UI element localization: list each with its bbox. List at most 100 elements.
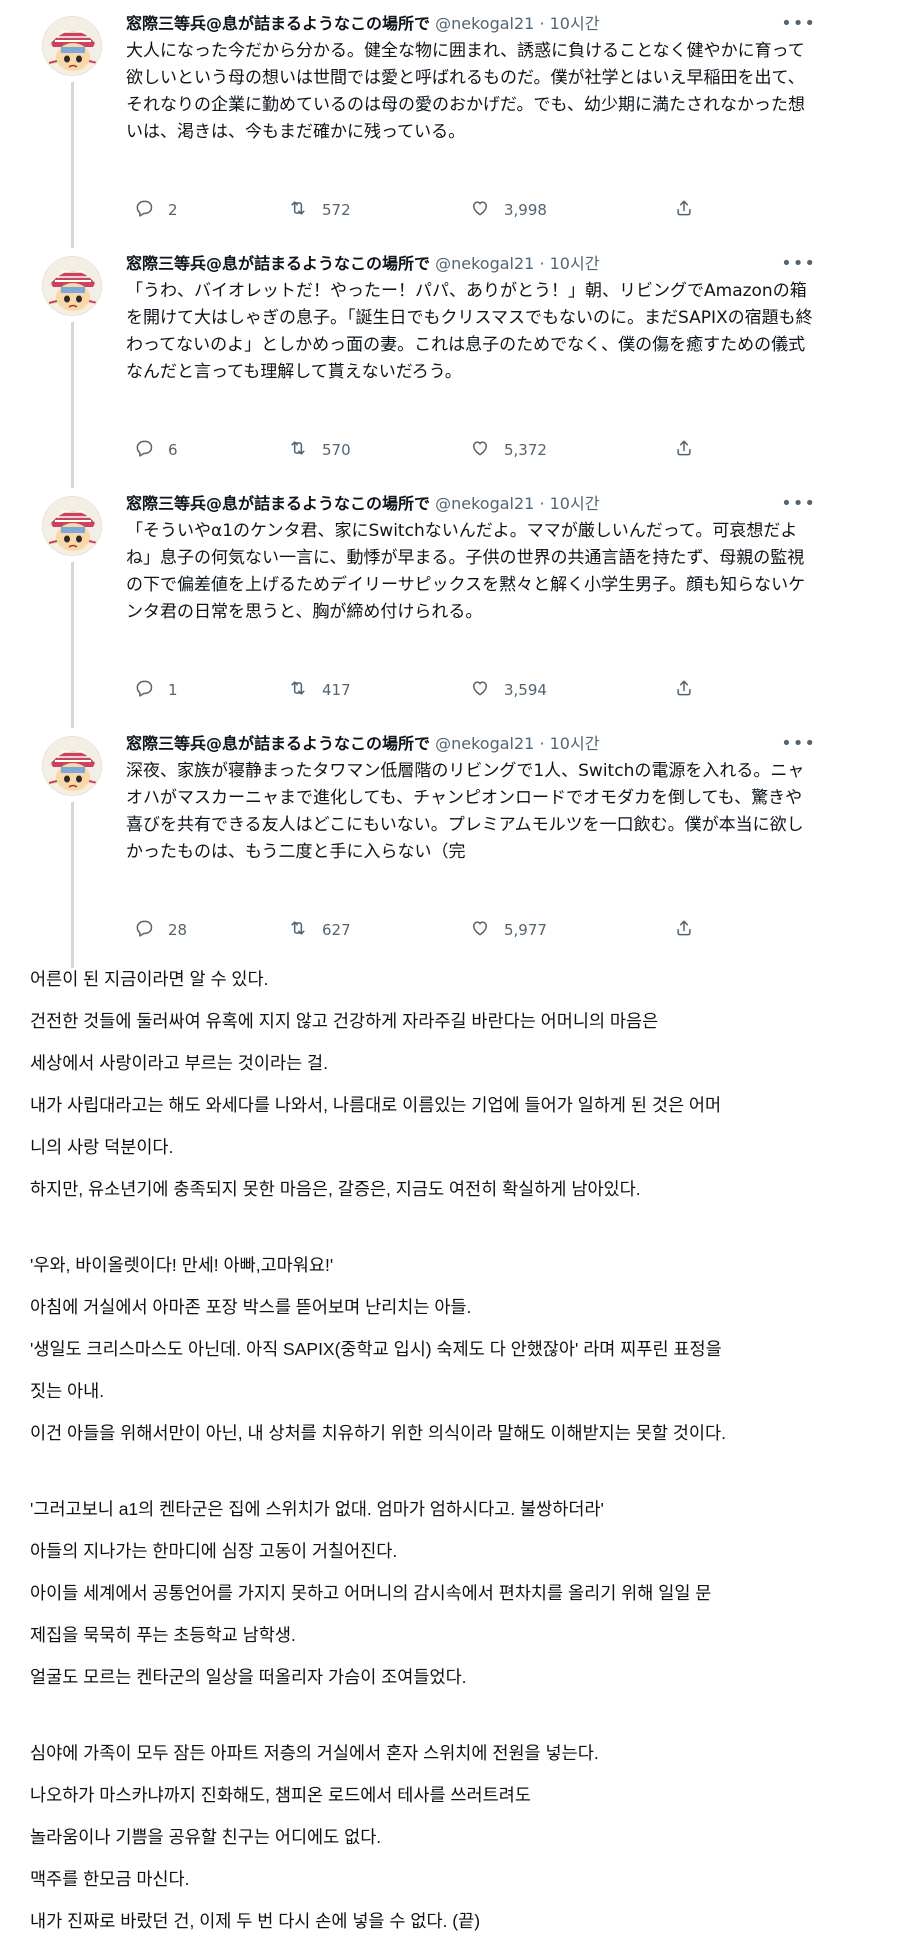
reply-icon [134, 918, 168, 942]
reply-icon [134, 438, 168, 462]
translation-line: 건전한 것들에 둘러싸여 유혹에 지지 않고 건강하게 자라주길 바란다는 어머… [30, 1011, 659, 1031]
share-button[interactable] [674, 918, 694, 942]
retweet-button[interactable]: 627 [288, 918, 351, 942]
reply-icon [134, 678, 168, 702]
share-icon [674, 198, 694, 222]
translation-line: 얼굴도 모르는 켄타군의 일상을 떠올리자 가슴이 조여들었다. [30, 1667, 467, 1687]
tweet-text: 「うわ、バイオレットだ！やったー！パパ、ありがとう！」朝、リビングでAmazon… [126, 281, 813, 382]
translation-line: 심야에 가족이 모두 잠든 아파트 저층의 거실에서 혼자 스위치에 전원을 넣… [30, 1743, 599, 1763]
display-name[interactable]: 窓際三等兵@息が詰まるようなこの場所で [126, 14, 430, 33]
tweet-thread: 窓際三等兵@息が詰まるようなこの場所で @nekogal21 · 10시간 ••… [30, 0, 830, 968]
translation-line: 아이들 세계에서 공통언어를 가지지 못하고 어머니의 감시속에서 편차치를 올… [30, 1583, 712, 1603]
like-button[interactable]: 3,594 [470, 678, 547, 702]
share-icon [674, 438, 694, 462]
share-icon [674, 678, 694, 702]
retweet-icon [288, 918, 322, 942]
translation-line: 아침에 거실에서 아마존 포장 박스를 뜯어보며 난리치는 아들. [30, 1297, 472, 1317]
avatar[interactable] [42, 256, 102, 316]
like-icon [470, 918, 504, 942]
like-button[interactable]: 3,998 [470, 198, 547, 222]
retweet-icon [288, 678, 322, 702]
retweet-button[interactable]: 417 [288, 678, 351, 702]
like-count: 5,977 [504, 921, 547, 939]
avatar[interactable] [42, 496, 102, 556]
translation-line: 하지만, 유소년기에 충족되지 못한 마음은, 갈증은, 지금도 여전히 확실하… [30, 1179, 641, 1199]
user-handle[interactable]: @nekogal21 [435, 734, 534, 753]
reply-button[interactable]: 1 [134, 678, 178, 702]
translation-line: 제집을 묵묵히 푸는 초등학교 남학생. [30, 1625, 296, 1645]
avatar[interactable] [42, 736, 102, 796]
translation-line: '그러고보니 a1의 켄타군은 집에 스위치가 없대. 엄마가 엄하시다고. 불… [30, 1499, 604, 1519]
translation-line: 내가 진짜로 바랐던 건, 이제 두 번 다시 손에 넣을 수 없다. (끝) [30, 1911, 481, 1931]
like-button[interactable]: 5,372 [470, 438, 547, 462]
like-icon [470, 198, 504, 222]
user-handle[interactable]: @nekogal21 [435, 254, 534, 273]
tweet-header: 窓際三等兵@息が詰まるようなこの場所で @nekogal21 · 10시간 ••… [126, 492, 816, 516]
display-name[interactable]: 窓際三等兵@息が詰まるようなこの場所で [126, 254, 430, 273]
reply-count: 2 [168, 201, 178, 219]
translation-line: '우와, 바이올렛이다! 만세! 아빠,고마워요!' [30, 1255, 334, 1275]
korean-translation: 어른이 된 지금이라면 알 수 있다. 건전한 것들에 둘러싸여 유혹에 지지 않… [30, 958, 910, 1942]
reply-button[interactable]: 2 [134, 198, 178, 222]
like-icon [470, 678, 504, 702]
avatar[interactable] [42, 16, 102, 76]
share-button[interactable] [674, 198, 694, 222]
tweet-header: 窓際三等兵@息が詰まるようなこの場所で @nekogal21 · 10시간 ••… [126, 732, 816, 756]
like-count: 3,594 [504, 681, 547, 699]
retweet-count: 417 [322, 681, 351, 699]
retweet-icon [288, 198, 322, 222]
tweet-time[interactable]: 10시간 [550, 494, 600, 513]
retweet-count: 572 [322, 201, 351, 219]
translation-line: 나오하가 마스카냐까지 진화해도, 챔피온 로드에서 테사를 쓰러트려도 [30, 1785, 531, 1805]
tweet-text: 深夜、家族が寝静まったタワマン低層階のリビングで1人、Switchの電源を入れる… [126, 761, 805, 862]
tweet-time[interactable]: 10시간 [550, 254, 600, 273]
translation-line: 맥주를 한모금 마신다. [30, 1869, 190, 1889]
tweet-actions: 2 572 3,998 [126, 198, 691, 222]
retweet-icon [288, 438, 322, 462]
translation-line: 아들의 지나가는 한마디에 심장 고동이 거칠어진다. [30, 1541, 398, 1561]
separator-dot: · [534, 14, 550, 33]
more-icon[interactable]: ••• [781, 492, 816, 516]
more-icon[interactable]: ••• [781, 252, 816, 276]
thread-line [71, 322, 74, 488]
tweet-actions: 6 570 5,372 [126, 438, 691, 462]
share-icon [674, 918, 694, 942]
share-button[interactable] [674, 678, 694, 702]
reply-count: 6 [168, 441, 178, 459]
like-button[interactable]: 5,977 [470, 918, 547, 942]
tweet-time[interactable]: 10시간 [550, 734, 600, 753]
tweet-time[interactable]: 10시간 [550, 14, 600, 33]
like-count: 3,998 [504, 201, 547, 219]
retweet-count: 627 [322, 921, 351, 939]
tweet-content: 窓際三等兵@息が詰まるようなこの場所で @nekogal21 · 10시간 ••… [126, 732, 816, 866]
display-name[interactable]: 窓際三等兵@息が詰まるようなこの場所で [126, 494, 430, 513]
retweet-button[interactable]: 570 [288, 438, 351, 462]
separator-dot: · [534, 494, 550, 513]
reply-count: 28 [168, 921, 188, 939]
tweet-text: 「そういやα1のケンタ君、家にSwitchないんだよ。ママが厳しいんだって。可哀… [126, 521, 806, 622]
reply-count: 1 [168, 681, 178, 699]
user-handle[interactable]: @nekogal21 [435, 494, 534, 513]
reply-icon [134, 198, 168, 222]
translation-line: 세상에서 사랑이라고 부르는 것이라는 걸. [30, 1053, 329, 1073]
translation-line: 놀라움이나 기쁨을 공유할 친구는 어디에도 없다. [30, 1827, 382, 1847]
display-name[interactable]: 窓際三等兵@息が詰まるようなこの場所で [126, 734, 430, 753]
thread-line [71, 802, 74, 968]
retweet-count: 570 [322, 441, 351, 459]
tweet-content: 窓際三等兵@息が詰まるようなこの場所で @nekogal21 · 10시간 ••… [126, 492, 816, 626]
more-icon[interactable]: ••• [781, 732, 816, 756]
tweet-content: 窓際三等兵@息が詰まるようなこの場所で @nekogal21 · 10시간 ••… [126, 12, 816, 146]
reply-button[interactable]: 6 [134, 438, 178, 462]
user-handle[interactable]: @nekogal21 [435, 14, 534, 33]
translation-line: 니의 사랑 덕분이다. [30, 1137, 174, 1157]
reply-button[interactable]: 28 [134, 918, 187, 942]
separator-dot: · [534, 734, 550, 753]
share-button[interactable] [674, 438, 694, 462]
thread-line [71, 82, 74, 248]
retweet-button[interactable]: 572 [288, 198, 351, 222]
tweet-actions: 28 627 5,977 [126, 918, 691, 942]
more-icon[interactable]: ••• [781, 12, 816, 36]
